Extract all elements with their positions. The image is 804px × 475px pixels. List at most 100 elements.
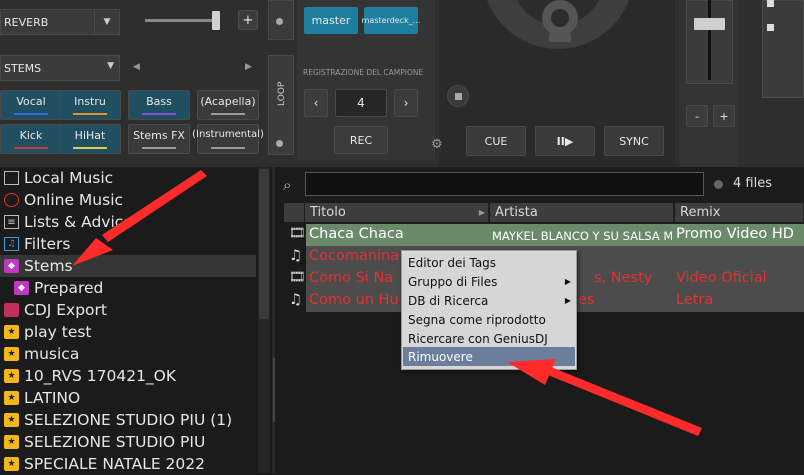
pitch-fader-handle[interactable] [694,18,725,30]
sidebar-scrollbar-thumb[interactable] [259,169,269,319]
sidebar-item-label: Local Music [24,169,114,187]
sidebar-item-filters[interactable]: ♫ Filters [0,233,256,255]
pitch-fader-track[interactable] [708,0,711,80]
sidebar-item-label: Prepared [34,279,104,297]
stem-pad-kick[interactable]: Kick [0,124,62,154]
sidebar-item-label: Stems [24,257,73,275]
sync-button[interactable]: SYNC [604,126,664,156]
master-button[interactable]: master [304,7,358,34]
stem-pad-label: Stems FX [133,129,185,142]
list-icon: ≡ [4,215,19,229]
stop-button[interactable] [447,85,469,107]
sidebar-item-prepared[interactable]: ◆ Prepared [0,277,256,299]
star-folder-icon: ★ [4,413,19,427]
sidebar-item-selezione-1[interactable]: ★ SELEZIONE STUDIO PIU (1) [0,409,256,431]
menu-item-db-ricerca[interactable]: DB di Ricerca ▶ [403,291,575,310]
sidebar-item-online-music[interactable]: Online Music [0,189,256,211]
column-header-icon [284,203,305,222]
menu-item-gruppo-files[interactable]: Gruppo di Files ▶ [403,272,575,291]
track-title: Cocomanina [309,248,400,264]
sidebar-item-label: Filters [24,235,71,253]
track-title: Como un Hu [309,292,399,308]
stem-pad-instru[interactable]: Instru [59,90,121,120]
stem-pad-bass[interactable]: Bass [128,90,190,120]
stem-pad-label: Instru [74,95,106,108]
fx-slider-track[interactable] [145,19,220,22]
stem-color-bar [14,147,48,149]
fx-slider-handle[interactable] [212,11,220,30]
menu-item-segna-riprodotto[interactable]: Segna come riprodotto [403,310,575,329]
sidebar-item-label: SELEZIONE STUDIO PIU [24,433,206,451]
stems-select[interactable]: STEMS ▼ [0,55,120,81]
track-artist: es [578,292,595,308]
sidebar-item-musica[interactable]: ★ musica [0,343,256,365]
star-folder-icon: ★ [4,457,19,471]
video-icon: 🎞 [289,270,306,285]
sidebar-item-cdj-export[interactable]: CDJ Export [0,299,256,321]
masterdeck-button[interactable]: masterdeck_... [362,7,420,34]
rec-button[interactable]: REC [334,126,388,154]
left-arrow-icon[interactable]: ◀ [133,62,140,72]
chevron-right-icon: › [403,96,409,110]
sidebar-item-latino[interactable]: ★ LATINO [0,387,256,409]
menu-item-label: Editor dei Tags [408,255,497,270]
right-led [767,0,774,7]
menu-item-rimuovere[interactable]: Rimuovere [403,347,575,366]
globe-icon [4,193,19,207]
sort-arrow-icon: ▶ [478,208,485,217]
stem-color-bar [211,147,245,149]
fx-add-button[interactable]: + [238,10,258,30]
column-header-titolo[interactable]: Titolo ▶ [305,203,489,222]
sidebar-item-label: play test [24,323,92,341]
stem-pad-acapella[interactable]: (Acapella) [197,90,259,120]
menu-item-label: Rimuovere [408,349,473,364]
sidebar-item-lists-advice[interactable]: ≡ Lists & Advice [0,211,256,233]
video-icon: 🎞 [289,226,306,241]
play-pause-button[interactable]: II▶ [535,126,595,156]
star-folder-icon: ★ [4,369,19,383]
cdj-icon [4,303,19,317]
table-row[interactable]: 🎞 Chaca Chaca MAYKEL BLANCO Y SU SALSA M… [284,224,804,246]
stem-pad-instrumental[interactable]: (Instrumental) [192,124,264,154]
right-arrow-icon[interactable]: ▶ [245,62,252,72]
sidebar-item-play-test[interactable]: ★ play test [0,321,256,343]
stem-color-bar [73,113,107,115]
jog-wheel[interactable] [439,0,675,125]
cue-button[interactable]: CUE [466,126,526,156]
sampler-prev-button[interactable]: ‹ [304,89,328,117]
sidebar-item-local-music[interactable]: Local Music [0,167,256,189]
right-led [767,24,774,31]
menu-item-genius-dj[interactable]: Ricercare con GeniusDJ [403,329,575,348]
submenu-arrow-icon: ▶ [564,277,571,286]
track-remix: Letra [676,292,714,308]
pitch-plus-button[interactable]: + [713,105,735,127]
stem-color-bar [142,147,176,149]
sidebar-item-stems[interactable]: ◆ Stems [0,255,256,277]
stem-color-bar [73,147,107,149]
track-artist: MAYKEL BLANCO Y SU SALSA MAYOR [492,229,672,243]
sampler-next-button[interactable]: › [394,89,418,117]
loop-label: LOOP [277,81,287,106]
menu-item-editor-tags[interactable]: Editor dei Tags [403,253,575,272]
column-header-label: Remix [680,205,721,220]
column-header-remix[interactable]: Remix [675,203,804,222]
submenu-arrow-icon: ▶ [564,296,571,305]
sidebar-item-rvs[interactable]: ★ 10_RVS 170421_OK [0,365,256,387]
sampler-value-display: 4 [335,89,387,117]
menu-item-label: Ricercare con GeniusDJ [408,331,548,346]
sidebar-item-label: SPECIALE NATALE 2022 [24,455,205,473]
sidebar-item-label: LATINO [24,389,81,407]
search-input[interactable] [305,172,704,196]
stems-select-value: STEMS [4,61,42,75]
stem-pad-stems-fx[interactable]: Stems FX [128,124,190,154]
chevron-down-icon: ▼ [94,10,119,34]
gear-icon[interactable]: ⚙ [431,137,443,152]
pitch-minus-button[interactable]: - [686,105,708,127]
stem-pad-hihat[interactable]: HiHat [59,124,121,154]
stem-pad-vocal[interactable]: Vocal [0,90,62,120]
fx-select[interactable]: REVERB ▼ [0,9,120,35]
column-header-artista[interactable]: Artista [490,203,674,222]
sidebar-item-selezione[interactable]: ★ SELEZIONE STUDIO PIU [0,431,256,453]
column-header-label: Artista [495,205,538,220]
sidebar-item-speciale-natale[interactable]: ★ SPECIALE NATALE 2022 [0,453,256,475]
